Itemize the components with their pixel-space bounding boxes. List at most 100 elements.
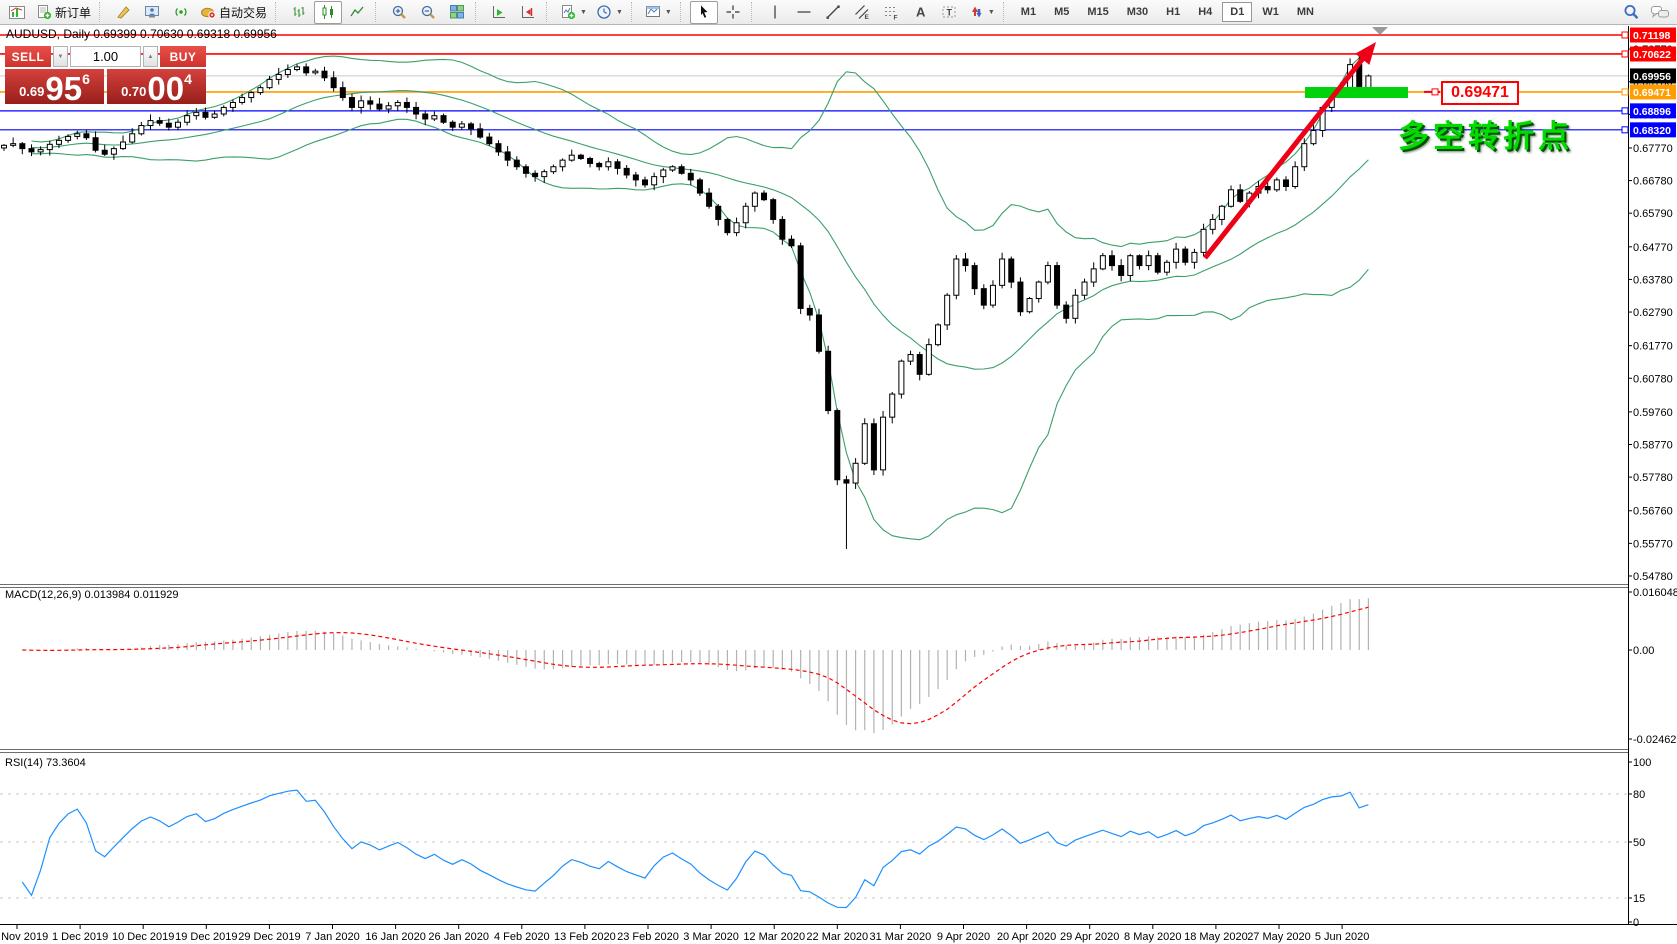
new-order-button[interactable]: 新订单 [32, 1, 95, 24]
volume-increase-button[interactable]: ▲ [143, 46, 158, 67]
svg-text:0.016048: 0.016048 [1633, 587, 1677, 599]
svg-text:F: F [893, 15, 897, 21]
wizard-icon [115, 4, 131, 20]
zoom-out-icon [420, 4, 436, 20]
vertical-line-tool-button[interactable] [761, 1, 789, 24]
svg-text:0.71198: 0.71198 [1633, 30, 1671, 42]
timeframe-button-M30[interactable]: M30 [1119, 2, 1156, 22]
autotrading-label: 自动交易 [219, 4, 267, 21]
svg-text:50: 50 [1633, 837, 1645, 849]
clock-icon [596, 4, 612, 20]
indicators-button[interactable]: ▼ [556, 1, 591, 24]
svg-text:5 Jun 2020: 5 Jun 2020 [1315, 931, 1369, 943]
svg-text:0.61770: 0.61770 [1633, 341, 1673, 353]
periods-button[interactable]: ▼ [592, 1, 627, 24]
chart-window-icon [3, 1, 31, 24]
dropdown-caret-icon: ▼ [665, 9, 672, 16]
signals-button[interactable] [167, 1, 195, 24]
svg-text:0.69956: 0.69956 [1633, 71, 1671, 83]
zoom-in-button[interactable] [385, 1, 413, 24]
svg-text:15: 15 [1633, 893, 1645, 905]
svg-text:A: A [916, 5, 926, 20]
templates-button[interactable]: ▼ [641, 1, 676, 24]
chart-title: AUDUSD, Daily 0.69399 0.70630 0.69318 0.… [6, 27, 277, 41]
profile-icon [144, 4, 160, 20]
horizontal-line-tool-button[interactable] [790, 1, 818, 24]
bar-chart-mode-button[interactable] [285, 1, 313, 24]
timeframe-button-M5[interactable]: M5 [1046, 2, 1077, 22]
volume-decrease-button[interactable]: ▼ [53, 46, 68, 67]
buy-price-pip: 4 [184, 71, 192, 87]
chart-shift-button[interactable] [514, 1, 542, 24]
buy-price-prefix: 0.70 [121, 84, 146, 99]
profile-button[interactable] [138, 1, 166, 24]
price-level-lines[interactable] [0, 35, 1628, 130]
svg-text:20 Apr 2020: 20 Apr 2020 [997, 931, 1056, 943]
text-label-tool-button[interactable]: T [935, 1, 963, 24]
signals-icon [173, 4, 189, 20]
horizontal-line-icon [796, 4, 812, 20]
new-order-label: 新订单 [55, 4, 91, 21]
crosshair-tool-button[interactable] [719, 1, 747, 24]
svg-text:0.67770: 0.67770 [1633, 143, 1673, 155]
svg-text:4 Feb 2020: 4 Feb 2020 [494, 931, 550, 943]
macd-indicator-label: MACD(12,26,9) 0.013984 0.011929 [5, 589, 178, 601]
trendline-tool-button[interactable] [819, 1, 847, 24]
svg-text:18 May 2020: 18 May 2020 [1184, 931, 1248, 943]
timeframe-button-W1[interactable]: W1 [1254, 2, 1287, 22]
autotrading-button[interactable]: 自动交易 [196, 1, 271, 24]
timeframe-button-MN[interactable]: MN [1289, 2, 1322, 22]
bollinger-bands [32, 55, 1369, 540]
timeframe-button-H1[interactable]: H1 [1158, 2, 1188, 22]
channel-icon: E [854, 4, 870, 20]
svg-text:0: 0 [1633, 917, 1639, 929]
volume-input[interactable]: 1.00 [70, 46, 141, 67]
svg-text:T: T [946, 8, 952, 18]
svg-text:31 Mar 2020: 31 Mar 2020 [870, 931, 932, 943]
svg-text:-0.024625: -0.024625 [1633, 734, 1677, 746]
timeframe-button-D1[interactable]: D1 [1222, 2, 1252, 22]
mt4-terminal: { "toolbar": { "new_order": "新订单", "auto… [0, 0, 1677, 944]
channel-tool-button[interactable]: E [848, 1, 876, 24]
chat-button[interactable] [1646, 1, 1674, 24]
sell-price-pip: 6 [82, 71, 90, 87]
svg-text:0.69471: 0.69471 [1633, 87, 1671, 99]
pivot-annotation-text[interactable]: 多空转折点 [1398, 111, 1573, 156]
timeframe-button-H4[interactable]: H4 [1190, 2, 1220, 22]
search-button[interactable] [1617, 1, 1645, 24]
svg-text:0.66780: 0.66780 [1633, 176, 1673, 188]
tile-windows-button[interactable] [443, 1, 471, 24]
candlestick-mode-button[interactable] [314, 1, 342, 24]
cursor-tool-button[interactable] [690, 1, 718, 24]
svg-text:0.54780: 0.54780 [1633, 571, 1673, 583]
fibonacci-tool-button[interactable]: F [877, 1, 905, 24]
price-level-flag[interactable]: 0.69471 [1441, 81, 1519, 105]
buy-price-display[interactable]: 0.70 00 4 [107, 69, 206, 104]
svg-text:29 Apr 2020: 29 Apr 2020 [1060, 931, 1119, 943]
chart-wizard-button[interactable] [109, 1, 137, 24]
sell-price-display[interactable]: 0.69 95 6 [5, 69, 104, 104]
autotrading-icon [200, 4, 216, 20]
svg-text:7 Jan 2020: 7 Jan 2020 [305, 931, 359, 943]
tile-windows-icon [449, 4, 465, 20]
svg-text:0.58770: 0.58770 [1633, 440, 1673, 452]
timeframe-button-M1[interactable]: M1 [1013, 2, 1044, 22]
zoom-out-button[interactable] [414, 1, 442, 24]
svg-text:23 Feb 2020: 23 Feb 2020 [617, 931, 679, 943]
dropdown-caret-icon: ▼ [988, 9, 995, 16]
line-chart-mode-button[interactable] [343, 1, 371, 24]
buy-button[interactable]: BUY [160, 46, 206, 67]
arrows-tool-button[interactable]: ▼ [964, 1, 999, 24]
svg-text:29 Dec 2019: 29 Dec 2019 [238, 931, 300, 943]
svg-text:21 Nov 2019: 21 Nov 2019 [0, 931, 48, 943]
text-tool-button[interactable]: A [906, 1, 934, 24]
one-click-trading-panel: SELL ▼ 1.00 ▲ BUY 0.69 95 6 0.70 00 4 [5, 46, 206, 104]
svg-text:0.59760: 0.59760 [1633, 407, 1673, 419]
timeframe-group: M1M5M15M30H1H4D1W1MN [1013, 2, 1322, 22]
main-toolbar: 新订单 自动交易 ▼ ▼ ▼ E F A T ▼ M1M5M15M30H1H4D… [0, 0, 1677, 25]
svg-text:16 Jan 2020: 16 Jan 2020 [365, 931, 426, 943]
svg-text:27 May 2020: 27 May 2020 [1247, 931, 1311, 943]
auto-scroll-button[interactable] [485, 1, 513, 24]
sell-button[interactable]: SELL [5, 46, 51, 67]
timeframe-button-M15[interactable]: M15 [1079, 2, 1116, 22]
